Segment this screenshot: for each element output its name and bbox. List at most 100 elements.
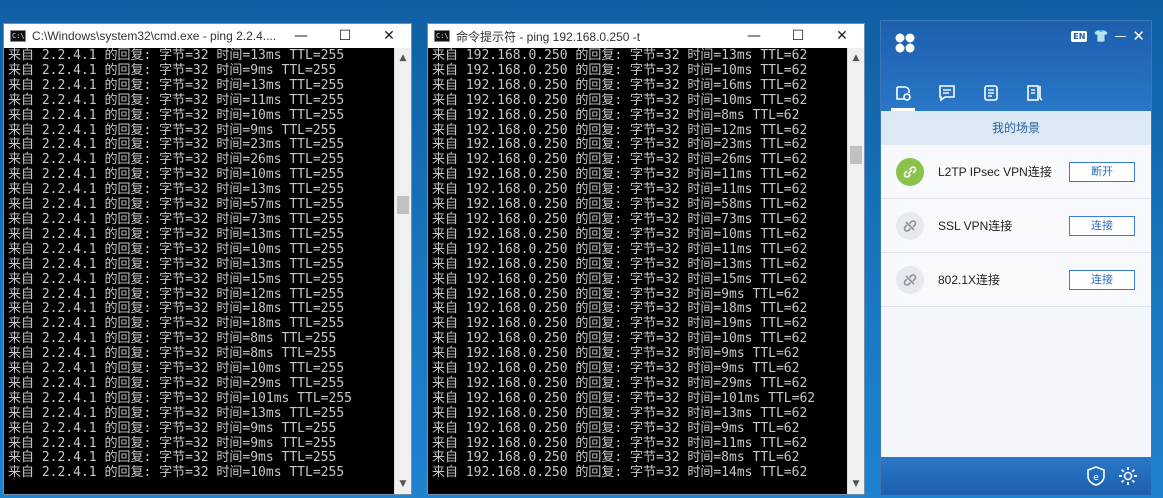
console-output: 来自 2.2.4.1 的回复: 字节=32 时间=13ms TTL=255 来自 … <box>4 48 352 494</box>
close-icon[interactable]: ✕ <box>1132 27 1145 45</box>
vpn-header: EN 👕 — ✕ <box>881 21 1151 111</box>
vpn-item-label: L2TP IPsec VPN连接 <box>938 165 1052 179</box>
tab-logs[interactable] <box>969 75 1013 111</box>
console-line: 来自 192.168.0.250 的回复: 字节=32 时间=58ms TTL=… <box>432 197 808 213</box>
tab-notes[interactable] <box>1013 75 1057 111</box>
connected-link-icon <box>896 157 924 186</box>
console-line: 来自 192.168.0.250 的回复: 字节=32 时间=13ms TTL=… <box>432 405 808 421</box>
language-toggle[interactable]: EN <box>1071 30 1088 42</box>
console-line: 来自 192.168.0.250 的回复: 字节=32 时间=10ms TTL=… <box>432 331 808 347</box>
scroll-up-icon[interactable]: ▲ <box>395 50 411 66</box>
console-line: 来自 2.2.4.1 的回复: 字节=32 时间=29ms TTL=255 <box>8 375 345 391</box>
vertical-scrollbar[interactable]: ▲ ▼ <box>394 48 411 494</box>
console-line: 来自 2.2.4.1 的回复: 字节=32 时间=13ms TTL=255 <box>8 405 345 421</box>
window-title: 命令提示符 - ping 192.168.0.250 -t <box>456 29 641 44</box>
console-line: 来自 2.2.4.1 的回复: 字节=32 时间=73ms TTL=255 <box>8 211 345 227</box>
console-line: 来自 2.2.4.1 的回复: 字节=32 时间=9ms TTL=255 <box>8 62 337 78</box>
scene-tab-icon <box>896 86 911 101</box>
console-line: 来自 2.2.4.1 的回复: 字节=32 时间=10ms TTL=255 <box>8 167 345 183</box>
message-tab-icon <box>939 85 955 102</box>
vpn-item-label: SSL VPN连接 <box>938 219 1013 233</box>
vpn-item-l2tp[interactable]: L2TP IPsec VPN连接 断开 <box>881 145 1151 199</box>
broken-link-icon <box>896 265 924 294</box>
console-line: 来自 2.2.4.1 的回复: 字节=32 时间=10ms TTL=255 <box>8 241 345 257</box>
console-line: 来自 192.168.0.250 的回复: 字节=32 时间=13ms TTL=… <box>432 48 808 63</box>
console-line: 来自 192.168.0.250 的回复: 字节=32 时间=9ms TTL=6… <box>432 361 800 377</box>
vertical-scrollbar[interactable]: ▲ ▼ <box>847 48 864 494</box>
console-line: 来自 192.168.0.250 的回复: 字节=32 时间=13ms TTL=… <box>432 256 808 272</box>
scroll-up-icon[interactable]: ▲ <box>848 50 864 66</box>
title-bar[interactable]: C:\ C:\Windows\system32\cmd.exe - ping 2… <box>4 24 411 48</box>
maximize-button[interactable]: ☐ <box>323 24 367 48</box>
close-button[interactable]: ✕ <box>820 24 864 48</box>
shield-icon[interactable]: e <box>1085 465 1107 487</box>
scroll-down-icon[interactable]: ▼ <box>848 476 864 492</box>
console-line: 来自 192.168.0.250 的回复: 字节=32 时间=8ms TTL=6… <box>432 107 800 123</box>
console-line: 来自 2.2.4.1 的回复: 字节=32 时间=13ms TTL=255 <box>8 256 345 272</box>
broken-link-icon <box>896 211 924 240</box>
console-line: 来自 2.2.4.1 的回复: 字节=32 时间=10ms TTL=255 <box>8 465 345 481</box>
console-line: 来自 2.2.4.1 的回复: 字节=32 时间=8ms TTL=255 <box>8 331 337 347</box>
console-line: 来自 2.2.4.1 的回复: 字节=32 时间=15ms TTL=255 <box>8 271 345 287</box>
cmd-window-1[interactable]: C:\ C:\Windows\system32\cmd.exe - ping 2… <box>3 23 412 495</box>
console-output: 来自 192.168.0.250 的回复: 字节=32 时间=13ms TTL=… <box>428 48 815 494</box>
console-line: 来自 2.2.4.1 的回复: 字节=32 时间=26ms TTL=255 <box>8 152 345 168</box>
vpn-item-ssl[interactable]: SSL VPN连接 连接 <box>881 199 1151 253</box>
vpn-item-8021x[interactable]: 802.1X连接 连接 <box>881 253 1151 307</box>
connect-button[interactable]: 连接 <box>1069 215 1135 236</box>
disconnect-button[interactable]: 断开 <box>1069 161 1135 182</box>
console-line: 来自 192.168.0.250 的回复: 字节=32 时间=14ms TTL=… <box>432 465 808 481</box>
console-line: 来自 2.2.4.1 的回复: 字节=32 时间=18ms TTL=255 <box>8 316 345 332</box>
tab-scenes[interactable] <box>881 75 925 111</box>
scroll-thumb[interactable] <box>850 146 862 164</box>
console-line: 来自 192.168.0.250 的回复: 字节=32 时间=15ms TTL=… <box>432 271 808 287</box>
tab-messages[interactable] <box>925 75 969 111</box>
maximize-button[interactable]: ☐ <box>776 24 820 48</box>
scroll-down-icon[interactable]: ▼ <box>395 476 411 492</box>
console-line: 来自 192.168.0.250 的回复: 字节=32 时间=29ms TTL=… <box>432 375 808 391</box>
scroll-thumb[interactable] <box>397 196 409 214</box>
console-line: 来自 192.168.0.250 的回复: 字节=32 时间=16ms TTL=… <box>432 77 808 93</box>
vpn-item-label: 802.1X连接 <box>938 273 1001 287</box>
skin-icon[interactable]: 👕 <box>1093 29 1108 43</box>
console-line: 来自 2.2.4.1 的回复: 字节=32 时间=13ms TTL=255 <box>8 182 345 198</box>
console-line: 来自 2.2.4.1 的回复: 字节=32 时间=9ms TTL=255 <box>8 420 337 436</box>
notes-tab-icon <box>1027 85 1043 101</box>
minimize-button[interactable]: — <box>732 24 776 48</box>
console-line: 来自 2.2.4.1 的回复: 字节=32 时间=57ms TTL=255 <box>8 197 345 213</box>
console-line: 来自 192.168.0.250 的回复: 字节=32 时间=11ms TTL=… <box>432 167 808 183</box>
console-line: 来自 2.2.4.1 的回复: 字节=32 时间=13ms TTL=255 <box>8 48 345 63</box>
close-button[interactable]: ✕ <box>367 24 411 48</box>
connect-button[interactable]: 连接 <box>1069 269 1135 290</box>
vpn-tab-bar <box>881 75 1151 111</box>
console-line: 来自 192.168.0.250 的回复: 字节=32 时间=10ms TTL=… <box>432 226 808 242</box>
console-line: 来自 192.168.0.250 的回复: 字节=32 时间=9ms TTL=6… <box>432 346 800 362</box>
section-title: 我的场景 <box>881 111 1151 145</box>
console-line: 来自 2.2.4.1 的回复: 字节=32 时间=8ms TTL=255 <box>8 346 337 362</box>
console-line: 来自 192.168.0.250 的回复: 字节=32 时间=9ms TTL=6… <box>432 420 800 436</box>
vpn-client-panel: EN 👕 — ✕ 我的场景 L2TP IPsec VPN连接 断开 SSL VP… <box>880 20 1152 496</box>
console-line: 来自 2.2.4.1 的回复: 字节=32 时间=13ms TTL=255 <box>8 226 345 242</box>
cmd-icon: C:\ <box>434 30 450 42</box>
svg-text:e: e <box>1093 473 1099 483</box>
log-tab-icon <box>984 85 998 101</box>
console-line: 来自 2.2.4.1 的回复: 字节=32 时间=10ms TTL=255 <box>8 107 345 123</box>
console-line: 来自 2.2.4.1 的回复: 字节=32 时间=101ms TTL=255 <box>8 390 352 406</box>
console-line: 来自 192.168.0.250 的回复: 字节=32 时间=19ms TTL=… <box>432 316 808 332</box>
cmd-window-2[interactable]: C:\ 命令提示符 - ping 192.168.0.250 -t — ☐ ✕ … <box>427 23 865 495</box>
console-line: 来自 192.168.0.250 的回复: 字节=32 时间=101ms TTL… <box>432 390 816 406</box>
vpn-footer: e <box>881 457 1151 495</box>
settings-gear-icon[interactable] <box>1117 465 1139 487</box>
minimize-icon[interactable]: — <box>1114 29 1126 43</box>
console-line: 来自 192.168.0.250 的回复: 字节=32 时间=11ms TTL=… <box>432 241 808 257</box>
console-line: 来自 2.2.4.1 的回复: 字节=32 时间=10ms TTL=255 <box>8 361 345 377</box>
title-bar[interactable]: C:\ 命令提示符 - ping 192.168.0.250 -t — ☐ ✕ <box>428 24 864 48</box>
minimize-button[interactable]: — <box>279 24 323 48</box>
console-line: 来自 192.168.0.250 的回复: 字节=32 时间=10ms TTL=… <box>432 92 808 108</box>
console-line: 来自 192.168.0.250 的回复: 字节=32 时间=10ms TTL=… <box>432 62 808 78</box>
console-line: 来自 192.168.0.250 的回复: 字节=32 时间=11ms TTL=… <box>432 182 808 198</box>
cmd-icon: C:\ <box>10 30 26 42</box>
console-line: 来自 2.2.4.1 的回复: 字节=32 时间=11ms TTL=255 <box>8 92 345 108</box>
console-line: 来自 192.168.0.250 的回复: 字节=32 时间=26ms TTL=… <box>432 152 808 168</box>
console-line: 来自 2.2.4.1 的回复: 字节=32 时间=13ms TTL=255 <box>8 77 345 93</box>
